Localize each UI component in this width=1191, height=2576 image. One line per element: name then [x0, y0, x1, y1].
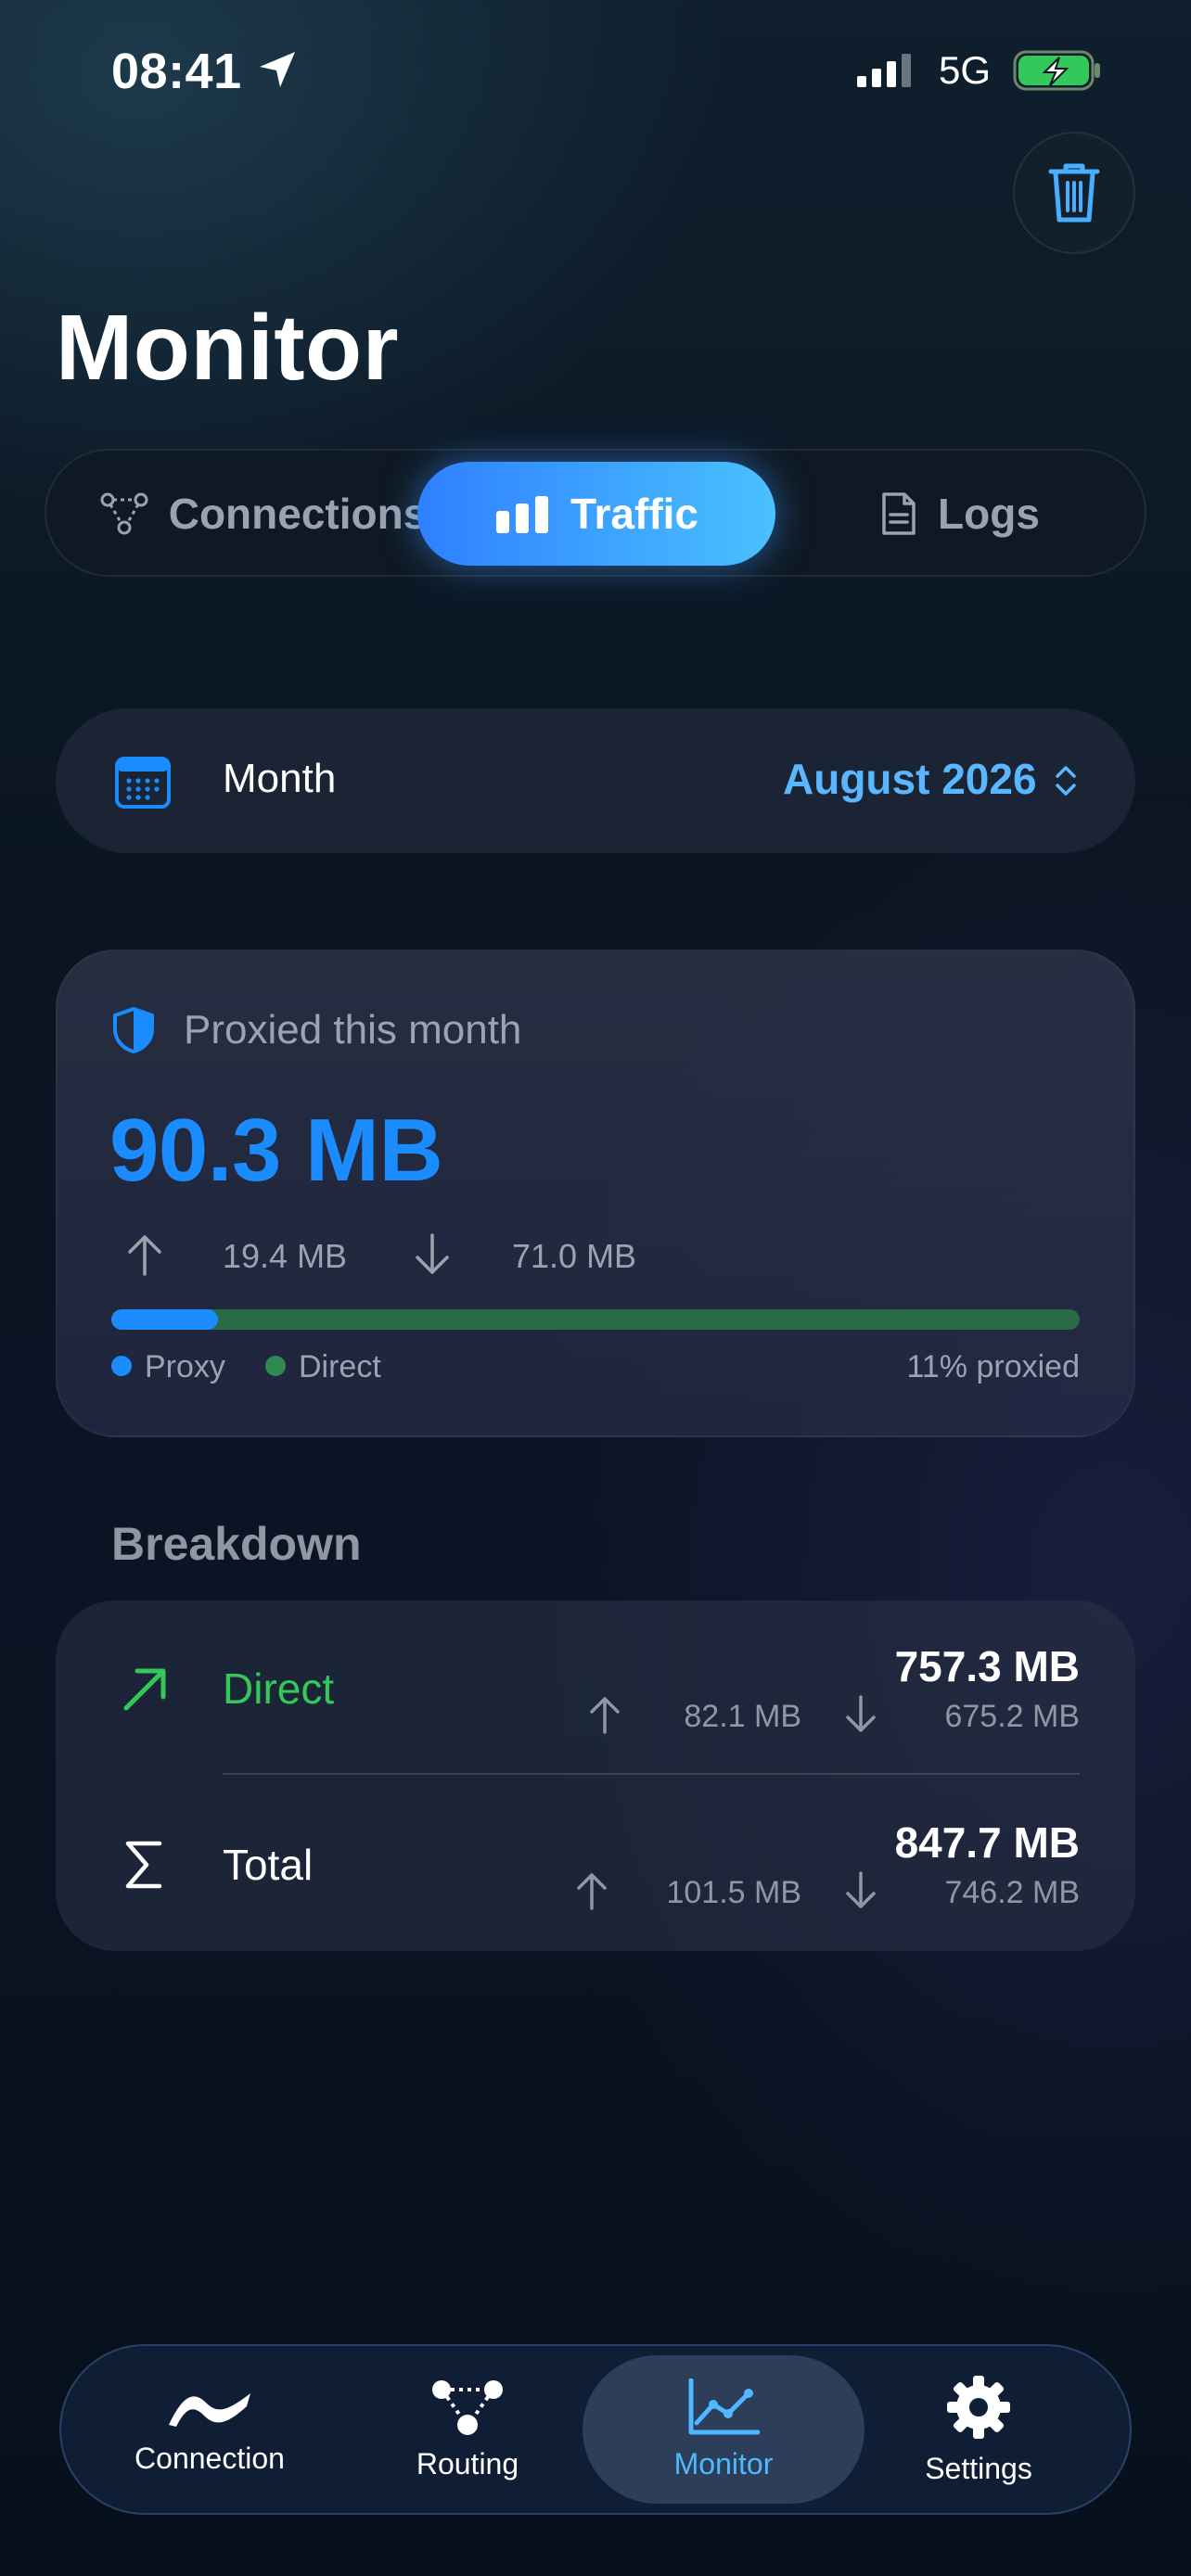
gear-icon [947, 2375, 1010, 2439]
tab-logs-label: Logs [938, 490, 1040, 538]
nodes-icon [100, 492, 148, 535]
breakdown-total-total: 847.7 MB [894, 1818, 1080, 1867]
breakdown-total-label: Total [223, 1841, 314, 1889]
tabbar-routing-label: Routing [416, 2446, 519, 2480]
segmented-control: Connections Traffic Logs [45, 449, 1146, 577]
proxied-upload: 19.4 MB [223, 1237, 348, 1275]
tabbar-connection-label: Connection [134, 2441, 285, 2475]
tab-logs[interactable]: Logs [779, 462, 1141, 566]
breakdown-divider [223, 1773, 1080, 1775]
page-title: Monitor [56, 296, 400, 400]
upload-arrow-icon [577, 1873, 607, 1910]
bar-chart-icon [495, 496, 548, 533]
tab-connections-label: Connections [168, 490, 428, 538]
proxied-percent: 11% proxied [906, 1349, 1081, 1384]
upload-arrow-icon [590, 1697, 620, 1734]
download-arrow-icon [846, 1871, 876, 1908]
upload-arrow-icon [128, 1235, 161, 1276]
trash-icon [1048, 163, 1100, 223]
chevron-up-down-icon [1056, 766, 1076, 796]
tab-traffic[interactable]: Traffic [417, 462, 775, 566]
tabbar-monitor[interactable]: Monitor [583, 2355, 864, 2504]
proxied-download: 71.0 MB [512, 1237, 637, 1275]
period-label: Month [223, 756, 337, 801]
wave-icon [169, 2392, 250, 2427]
download-arrow-icon [846, 1695, 876, 1732]
breakdown-direct-upload: 82.1 MB [684, 1699, 801, 1734]
document-icon [882, 492, 916, 535]
routing-icon [432, 2379, 503, 2435]
legend-direct-dot [265, 1356, 286, 1376]
legend-proxy-dot [111, 1356, 132, 1376]
sigma-icon [125, 1841, 162, 1889]
tabbar-monitor-label: Monitor [673, 2446, 774, 2480]
delete-button[interactable] [1013, 132, 1135, 254]
download-arrow-icon [416, 1233, 449, 1274]
breakdown-total-upload: 101.5 MB [666, 1875, 801, 1910]
line-chart-icon [688, 2378, 760, 2434]
arrow-up-right-icon [123, 1668, 166, 1711]
tab-connections[interactable]: Connections [69, 462, 458, 566]
proxied-total: 90.3 MB [109, 1101, 443, 1200]
tabbar-connection[interactable]: Connection [89, 2355, 330, 2504]
tabbar-routing[interactable]: Routing [349, 2355, 586, 2504]
tabbar-settings[interactable]: Settings [863, 2355, 1095, 2504]
breakdown-direct-download: 675.2 MB [944, 1699, 1080, 1734]
status-time: 08:41 [111, 44, 242, 99]
location-arrow-icon [260, 52, 295, 87]
shield-icon [113, 1007, 154, 1053]
network-label: 5G [939, 48, 992, 92]
tab-traffic-label: Traffic [570, 490, 699, 538]
legend-direct: Direct [299, 1349, 381, 1384]
breakdown-direct-total: 757.3 MB [894, 1642, 1080, 1690]
battery-charging-icon [1013, 50, 1100, 91]
proxied-heading: Proxied this month [184, 1007, 522, 1052]
proxy-ratio-bar [111, 1309, 1080, 1330]
breakdown-total-download: 746.2 MB [944, 1875, 1080, 1910]
signal-icon [857, 54, 911, 87]
proxy-ratio-fill [111, 1309, 218, 1330]
tabbar-settings-label: Settings [925, 2451, 1032, 2485]
period-value[interactable]: August 2026 [783, 754, 1037, 804]
breakdown-direct-label: Direct [223, 1664, 335, 1713]
legend-proxy: Proxy [145, 1349, 225, 1384]
breakdown-title: Breakdown [111, 1518, 362, 1570]
calendar-icon [115, 757, 171, 809]
